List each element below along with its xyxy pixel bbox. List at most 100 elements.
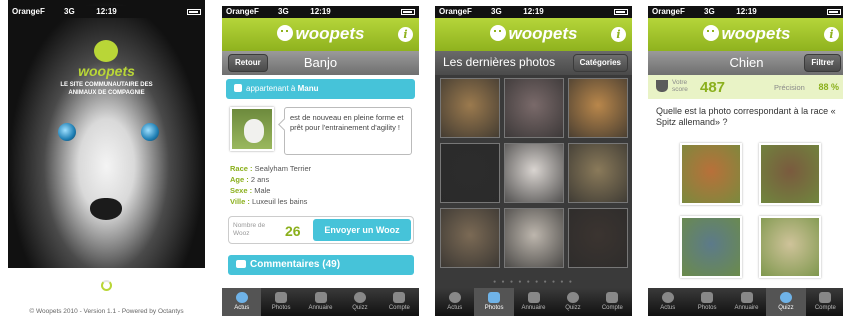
- battery-icon: [401, 9, 415, 15]
- score-label: Votre score: [672, 79, 688, 93]
- logo-text: woopets: [508, 24, 578, 43]
- star-icon: [566, 292, 579, 303]
- quiz-choices: [680, 143, 821, 278]
- white-cat-photo[interactable]: [504, 143, 564, 203]
- clock: 12:19: [310, 7, 331, 16]
- left-eye: [58, 123, 76, 141]
- splash-logo-text: woopets: [78, 63, 135, 79]
- app-header: woopets i: [648, 18, 843, 51]
- status-bar: OrangeF 3G 12:19: [8, 6, 205, 18]
- comments-button[interactable]: Commentaires (49): [228, 255, 414, 275]
- brown-dog-photo[interactable]: [759, 143, 821, 205]
- tab-photos[interactable]: Photos: [474, 288, 514, 316]
- book-icon: [314, 292, 327, 303]
- golden-dog-photo[interactable]: [568, 78, 628, 138]
- loading-spinner-icon: [101, 280, 112, 291]
- nav-bar: Retour Banjo: [222, 51, 419, 75]
- splash-tagline: LE SITE COMMUNAUTAIRE DES ANIMAUX DE COM…: [60, 82, 153, 96]
- fact-sex: Sexe : Male: [230, 186, 271, 195]
- tab-photos[interactable]: Photos: [261, 288, 300, 316]
- globe-icon: [661, 292, 674, 303]
- header-logo: woopets: [648, 24, 843, 44]
- clock: 12:19: [96, 7, 117, 16]
- fact-race: Race : Sealyham Terrier: [230, 164, 312, 173]
- photos-icon: [275, 292, 288, 303]
- send-wooz-button[interactable]: Envoyer un Wooz: [313, 219, 411, 241]
- status-bar: OrangeF 3G 12:19: [222, 6, 419, 18]
- black-cat-photo[interactable]: [440, 143, 500, 203]
- comments-label: Commentaires (49): [250, 259, 341, 270]
- globe-icon: [235, 292, 248, 303]
- tabby-face-photo[interactable]: [568, 143, 628, 203]
- tab-actus[interactable]: Actus: [435, 288, 474, 316]
- tab-compte[interactable]: Compte: [806, 288, 843, 316]
- logo-text: woopets: [295, 24, 365, 43]
- tab-quizz[interactable]: Quizz: [340, 288, 379, 316]
- owner-prefix: appartenant à: [246, 84, 296, 93]
- black-dog-photo[interactable]: [568, 208, 628, 268]
- tab-annuaire[interactable]: Annuaire: [514, 288, 553, 316]
- wooz-count-label: Nombre de Wooz: [233, 222, 266, 237]
- woopets-logo-icon: [276, 25, 293, 41]
- quiz-screen: OrangeF 3G 12:19 woopets i Chien Filtrer…: [648, 0, 843, 316]
- woopets-logo-icon: [489, 25, 506, 41]
- star-icon: [779, 292, 792, 303]
- hand-icon: [234, 84, 242, 92]
- wooz-panel: Nombre de Wooz 26 Envoyer un Wooz: [228, 216, 414, 244]
- categories-button[interactable]: Catégories: [572, 54, 628, 72]
- tab-compte[interactable]: Compte: [380, 288, 419, 316]
- pomeranian-photo[interactable]: [680, 143, 742, 205]
- kitten-photo[interactable]: [504, 78, 564, 138]
- fact-age: Age : 2 ans: [230, 175, 270, 184]
- nav-bar: Chien Filtrer: [648, 51, 843, 75]
- app-header: woopets i: [222, 18, 419, 51]
- pony-photo[interactable]: [440, 208, 500, 268]
- tab-compte[interactable]: Compte: [593, 288, 632, 316]
- page-dots[interactable]: ● ● ● ● ● ● ● ● ● ●: [435, 279, 632, 285]
- status-bubble: est de nouveau en pleine forme et prêt p…: [284, 107, 412, 155]
- page-title: Les dernières photos: [443, 55, 556, 69]
- globe-icon: [448, 292, 461, 303]
- battery-icon: [614, 9, 628, 15]
- tab-quizz[interactable]: Quizz: [553, 288, 592, 316]
- score-bar: Votre score 487 Précision 88 %: [648, 75, 843, 99]
- pet-facts: Race : Sealyham Terrier Age : 2 ans Sexe…: [230, 163, 311, 207]
- tab-bar: Actus Photos Annuaire Quizz Compte: [435, 288, 632, 316]
- owner-link[interactable]: appartenant à Manu: [226, 79, 415, 99]
- pet-photo[interactable]: [230, 107, 274, 151]
- rabbit-photo[interactable]: [504, 208, 564, 268]
- nav-bar: Les dernières photos Catégories: [435, 51, 632, 75]
- info-icon[interactable]: i: [611, 27, 626, 42]
- tab-photos[interactable]: Photos: [687, 288, 726, 316]
- woopets-logo-icon: [702, 25, 719, 41]
- photo-grid: [440, 78, 628, 268]
- score-value: 487: [700, 79, 726, 96]
- fact-city: Ville : Luxeuil les bains: [230, 197, 308, 206]
- page-title: Banjo: [303, 55, 338, 70]
- tab-actus[interactable]: Actus: [222, 288, 262, 316]
- info-icon[interactable]: i: [398, 27, 413, 42]
- quiz-question: Quelle est la photo correspondant à la r…: [656, 106, 836, 127]
- tab-annuaire[interactable]: Annuaire: [727, 288, 766, 316]
- battery-icon: [187, 9, 201, 15]
- lock-icon: [819, 292, 832, 303]
- info-icon[interactable]: i: [824, 27, 839, 42]
- right-eye: [141, 123, 159, 141]
- tabby-cat-photo[interactable]: [440, 78, 500, 138]
- tab-actus[interactable]: Actus: [648, 288, 687, 316]
- labrador-photo[interactable]: [759, 216, 821, 278]
- spotted-dog-photo[interactable]: [680, 216, 742, 278]
- logo-text: woopets: [721, 24, 791, 43]
- filter-button[interactable]: Filtrer: [804, 54, 841, 72]
- star-icon: [353, 292, 366, 303]
- tab-quizz[interactable]: Quizz: [766, 288, 806, 316]
- tab-annuaire[interactable]: Annuaire: [301, 288, 340, 316]
- clock: 12:19: [736, 7, 757, 16]
- owner-name: Manu: [297, 84, 319, 93]
- header-logo: woopets: [435, 24, 632, 44]
- status-bar: OrangeF 3G 12:19: [435, 6, 632, 18]
- woopets-logo-icon: [94, 40, 118, 62]
- lock-icon: [393, 292, 406, 303]
- precision-label: Précision: [774, 83, 805, 92]
- photos-screen: OrangeF 3G 12:19 woopets i Les dernières…: [435, 0, 632, 316]
